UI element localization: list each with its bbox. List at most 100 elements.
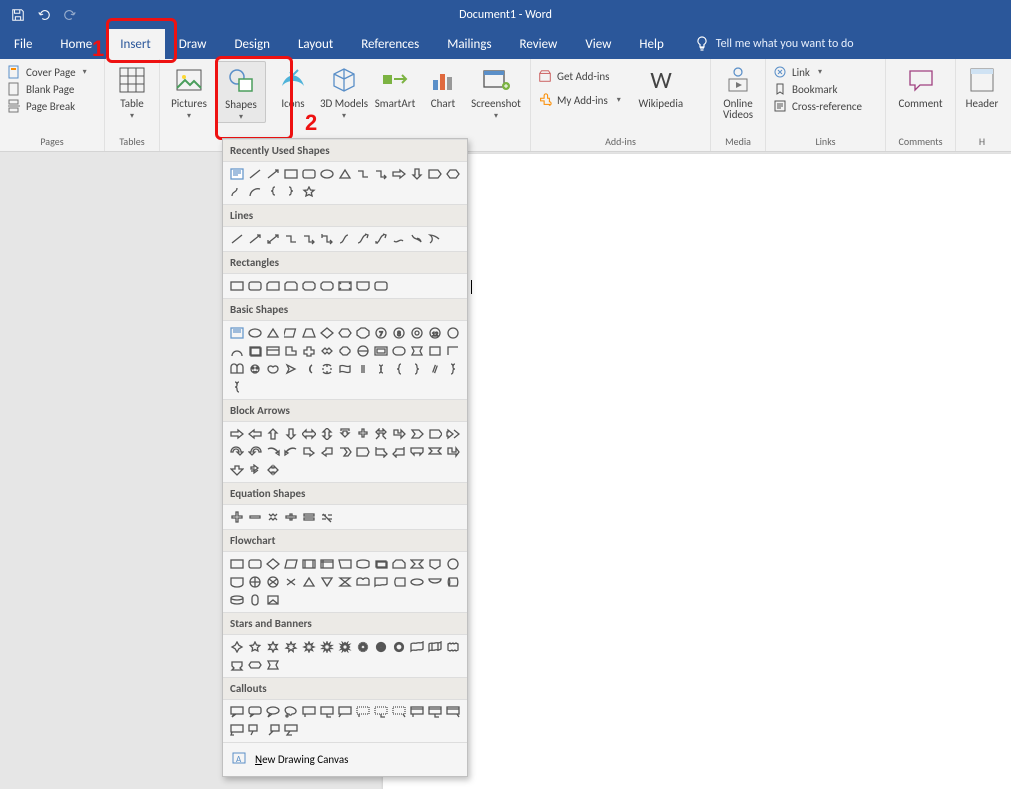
shape-item[interactable]	[318, 508, 336, 526]
shape-item[interactable]	[372, 342, 390, 360]
shape-item[interactable]	[318, 324, 336, 342]
shape-item[interactable]	[390, 573, 408, 591]
shape-item[interactable]	[264, 721, 282, 739]
document-page[interactable]	[383, 154, 1011, 789]
save-icon[interactable]	[10, 7, 26, 23]
shape-item[interactable]	[336, 555, 354, 573]
shape-item[interactable]	[336, 342, 354, 360]
shape-item[interactable]	[372, 573, 390, 591]
shape-item[interactable]	[264, 443, 282, 461]
shape-item[interactable]	[228, 342, 246, 360]
shape-item[interactable]	[426, 443, 444, 461]
cover-page-button[interactable]: Cover Page▾	[7, 65, 87, 79]
shape-item[interactable]	[444, 638, 462, 656]
shape-item[interactable]	[318, 230, 336, 248]
pentagon-arrow-shape[interactable]	[426, 165, 444, 183]
shape-item[interactable]	[228, 425, 246, 443]
shape-item[interactable]	[336, 360, 354, 378]
shape-item[interactable]	[426, 360, 444, 378]
shape-item[interactable]	[318, 638, 336, 656]
online-videos-button[interactable]: Online Videos	[715, 61, 761, 120]
shape-item[interactable]	[282, 425, 300, 443]
line-shape[interactable]	[246, 165, 264, 183]
tab-layout[interactable]: Layout	[284, 29, 347, 59]
shape-item[interactable]	[228, 721, 246, 739]
screenshot-button[interactable]: Screenshot ▾	[466, 61, 526, 121]
shape-item[interactable]	[228, 277, 246, 295]
shape-item[interactable]	[300, 555, 318, 573]
shape-item[interactable]	[228, 703, 246, 721]
shape-item[interactable]	[408, 555, 426, 573]
shape-item[interactable]	[354, 638, 372, 656]
shape-item[interactable]	[228, 461, 246, 479]
shape-item[interactable]	[228, 555, 246, 573]
shape-item[interactable]	[228, 378, 246, 396]
shape-item[interactable]	[426, 425, 444, 443]
shape-item[interactable]	[408, 324, 426, 342]
shape-item[interactable]	[372, 425, 390, 443]
shape-item[interactable]	[282, 703, 300, 721]
shape-item[interactable]	[228, 360, 246, 378]
shape-item[interactable]	[246, 591, 264, 609]
shape-item[interactable]	[246, 342, 264, 360]
shape-item[interactable]	[390, 342, 408, 360]
shape-item[interactable]	[372, 443, 390, 461]
shape-item[interactable]	[444, 425, 462, 443]
shape-item[interactable]	[282, 230, 300, 248]
shape-item[interactable]	[408, 638, 426, 656]
rectangle-shape[interactable]	[282, 165, 300, 183]
shape-item[interactable]	[228, 230, 246, 248]
cross-reference-button[interactable]: Cross-reference	[773, 99, 862, 113]
shape-item[interactable]	[264, 555, 282, 573]
right-brace-shape[interactable]	[282, 183, 300, 201]
shape-item[interactable]	[264, 573, 282, 591]
shape-item[interactable]	[336, 573, 354, 591]
elbow-arrow-shape[interactable]	[372, 165, 390, 183]
shape-item[interactable]	[444, 360, 462, 378]
shape-item[interactable]	[336, 638, 354, 656]
shape-item[interactable]	[300, 360, 318, 378]
shape-item[interactable]	[336, 443, 354, 461]
shape-item[interactable]	[264, 638, 282, 656]
shape-item[interactable]	[408, 360, 426, 378]
shape-item[interactable]	[246, 703, 264, 721]
shape-item[interactable]	[264, 230, 282, 248]
shape-item[interactable]	[300, 324, 318, 342]
shape-item[interactable]	[264, 508, 282, 526]
my-addins-button[interactable]: My Add-ins▾	[538, 93, 621, 107]
shape-item[interactable]	[408, 443, 426, 461]
shape-item[interactable]	[390, 360, 408, 378]
shape-item[interactable]	[246, 721, 264, 739]
tab-review[interactable]: Review	[506, 29, 572, 59]
shape-item[interactable]	[444, 324, 462, 342]
shape-item[interactable]	[354, 425, 372, 443]
icons-button[interactable]: Icons	[268, 61, 318, 110]
shape-item[interactable]	[282, 324, 300, 342]
shapes-button[interactable]: Shapes ▾	[216, 61, 266, 123]
shape-item[interactable]	[246, 555, 264, 573]
shape-item[interactable]	[444, 342, 462, 360]
triangle-shape[interactable]	[336, 165, 354, 183]
shape-item[interactable]	[282, 638, 300, 656]
shape-item[interactable]: 7	[372, 324, 390, 342]
table-button[interactable]: Table ▾	[109, 61, 155, 121]
shape-item[interactable]	[390, 555, 408, 573]
shape-item[interactable]	[444, 703, 462, 721]
shape-item[interactable]	[300, 443, 318, 461]
tab-draw[interactable]: Draw	[165, 29, 221, 59]
shape-item[interactable]	[246, 656, 264, 674]
shape-item[interactable]	[246, 277, 264, 295]
shape-item[interactable]	[228, 508, 246, 526]
shape-item[interactable]	[264, 425, 282, 443]
shape-item[interactable]	[282, 342, 300, 360]
shape-item[interactable]	[372, 360, 390, 378]
undo-icon[interactable]	[36, 7, 52, 23]
shape-item[interactable]	[264, 324, 282, 342]
tell-me-search[interactable]: Tell me what you want to do	[694, 29, 854, 59]
shape-item[interactable]	[444, 573, 462, 591]
page-break-button[interactable]: Page Break	[7, 99, 87, 113]
line-arrow-shape[interactable]	[264, 165, 282, 183]
shape-item[interactable]	[246, 324, 264, 342]
shape-item[interactable]	[282, 360, 300, 378]
shape-item[interactable]	[246, 443, 264, 461]
